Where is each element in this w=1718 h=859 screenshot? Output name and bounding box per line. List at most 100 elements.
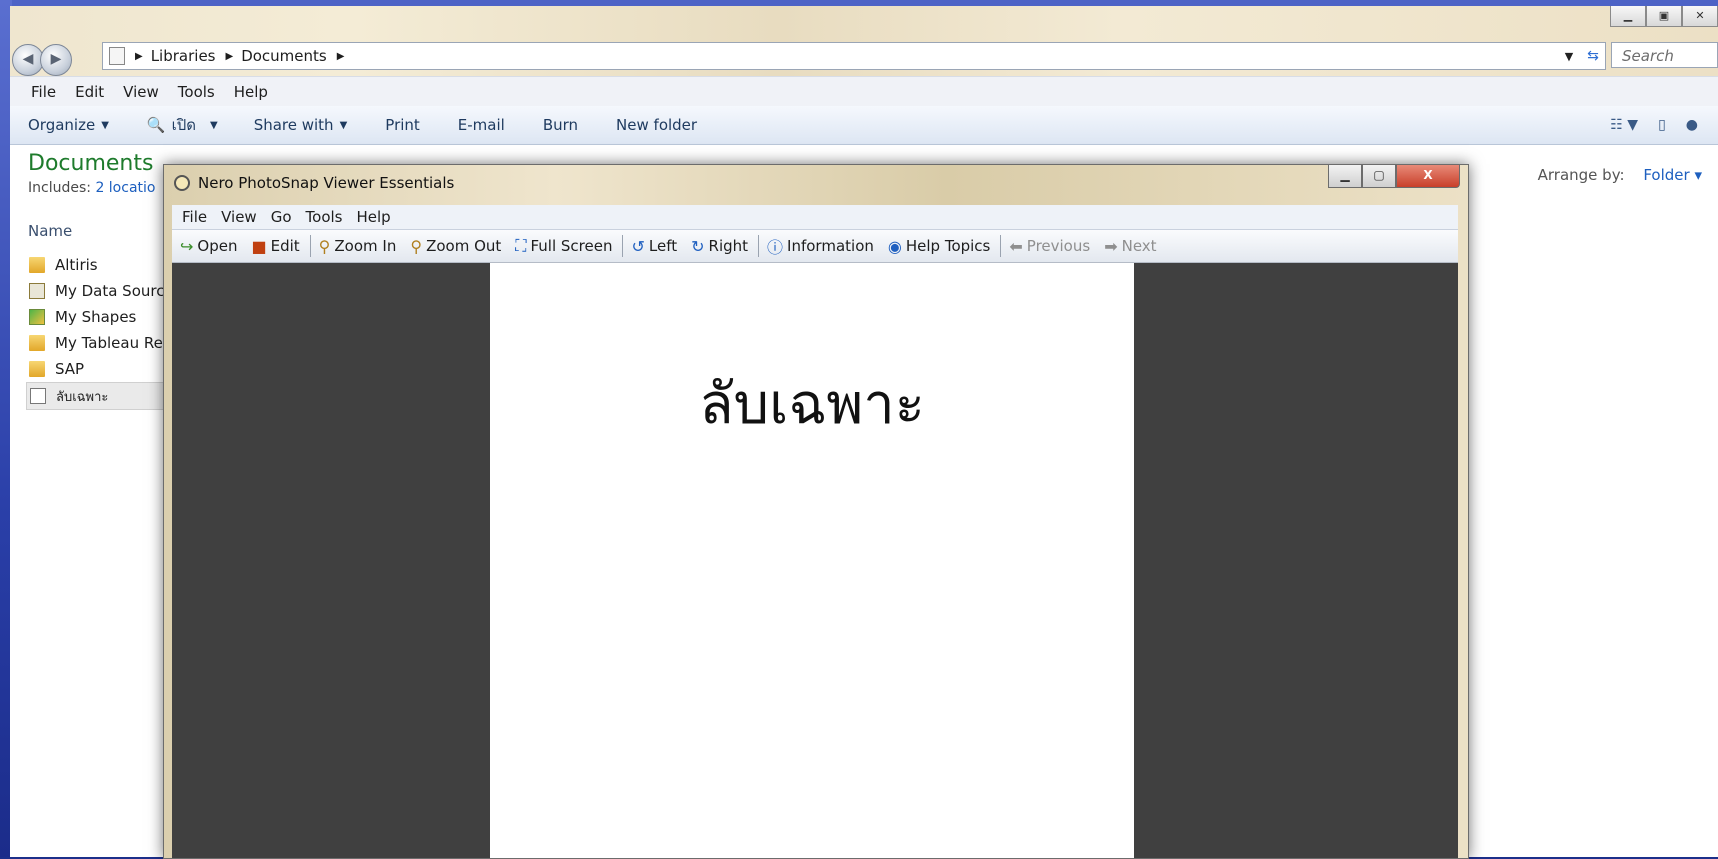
open-folder-icon: ↪ — [180, 236, 194, 256]
viewer-close-button[interactable]: X — [1396, 165, 1460, 188]
file-name: My Shapes — [55, 308, 137, 326]
file-name: Altiris — [55, 256, 98, 274]
chevron-right-icon[interactable]: ▶ — [135, 51, 143, 62]
zoom-out-button[interactable]: ⚲ Zoom Out — [410, 237, 501, 256]
data-source-icon — [29, 283, 45, 299]
file-name: My Tableau Re — [55, 334, 163, 352]
rotate-left-label: Left — [648, 237, 678, 255]
menu-edit[interactable]: Edit — [75, 83, 104, 101]
arrange-by: Arrange by: Folder ▾ — [1538, 166, 1702, 184]
photo-viewer-window: Nero PhotoSnap Viewer Essentials ▁ ▢ X F… — [163, 164, 1469, 859]
email-label: E-mail — [457, 116, 505, 134]
viewer-minimize-button[interactable]: ▁ — [1328, 165, 1362, 188]
includes-locations-link[interactable]: 2 locatio — [95, 180, 155, 196]
open-with-label: เปิด — [171, 116, 196, 134]
file-name: My Data Sourc — [55, 282, 165, 300]
viewer-menu-view[interactable]: View — [221, 208, 257, 226]
full-screen-label: Full Screen — [530, 237, 613, 255]
viewer-menu-file[interactable]: File — [182, 208, 207, 226]
list-item[interactable]: My Shapes — [26, 304, 166, 330]
arrow-left-icon: ⬅ — [1009, 236, 1023, 256]
address-bar-controls: ▼ ⇆ — [1557, 43, 1605, 69]
information-button[interactable]: ⓘ Information — [767, 234, 874, 258]
menu-help[interactable]: Help — [234, 83, 268, 101]
chevron-right-icon[interactable]: ▶ — [337, 51, 345, 62]
new-folder-button[interactable]: New folder — [616, 116, 697, 134]
help-topics-icon: ◉ — [887, 236, 902, 256]
viewer-maximize-button[interactable]: ▢ — [1362, 165, 1396, 188]
list-item[interactable]: SAP — [26, 356, 166, 382]
file-list: Altiris My Data Sourc My Shapes My Table… — [26, 252, 166, 410]
toolbar-separator — [758, 235, 760, 257]
dropdown-arrow-icon[interactable]: ▼ — [1557, 50, 1581, 63]
list-item-selected[interactable]: ลับเฉพาะ — [26, 382, 166, 410]
chevron-down-icon: ▼ — [101, 119, 109, 131]
rotate-right-label: Right — [708, 237, 749, 255]
list-item[interactable]: My Tableau Re — [26, 330, 166, 356]
zoom-in-button[interactable]: ⚲ Zoom In — [319, 237, 397, 256]
new-folder-label: New folder — [616, 116, 698, 134]
view-controls: ☷ ▼ ▯ ● — [1610, 106, 1718, 144]
viewer-menu-help[interactable]: Help — [356, 208, 390, 226]
rotate-left-button[interactable]: ↺ Left — [631, 237, 677, 256]
help-icon[interactable]: ● — [1686, 117, 1698, 133]
column-header-name[interactable]: Name — [28, 222, 72, 240]
previous-button[interactable]: ⬅ Previous — [1009, 237, 1090, 256]
share-with-button[interactable]: Share with ▼ — [254, 116, 348, 134]
viewer-menu-go[interactable]: Go — [271, 208, 292, 226]
viewer-toolbar: ↪ Open ■ Edit ⚲ Zoom In ⚲ Zoom Out ⛶ Ful… — [172, 230, 1458, 263]
forward-button[interactable]: ▶ — [40, 44, 72, 76]
list-item[interactable]: My Data Sourc — [26, 278, 166, 304]
organize-button[interactable]: Organize ▼ — [28, 116, 109, 134]
document-text: ลับเฉพาะ — [699, 372, 925, 437]
library-header: Documents Includes: 2 locatio — [28, 151, 155, 196]
includes-label: Includes: — [28, 180, 91, 196]
arrange-by-value: Folder — [1643, 166, 1690, 184]
explorer-menu-bar: File Edit View Tools Help — [10, 76, 1718, 107]
arrange-by-label: Arrange by: — [1537, 166, 1625, 184]
close-button[interactable]: ✕ — [1682, 6, 1718, 27]
chevron-right-icon[interactable]: ▶ — [226, 51, 234, 62]
maximize-button[interactable]: ▣ — [1646, 6, 1682, 27]
open-with-button[interactable]: 🔍 เปิด ▼ — [147, 113, 218, 137]
menu-view[interactable]: View — [123, 83, 159, 101]
address-bar[interactable]: ▶ Libraries ▶ Documents ▶ ▼ ⇆ — [102, 42, 1606, 70]
explorer-titlebar: ▁ ▣ ✕ ◀ ▶ ▶ Libraries ▶ Documents ▶ ▼ ⇆ … — [10, 6, 1718, 91]
help-topics-button[interactable]: ◉ Help Topics — [888, 237, 990, 256]
menu-tools[interactable]: Tools — [178, 83, 215, 101]
arrange-by-dropdown[interactable]: Folder ▾ — [1643, 166, 1702, 184]
next-button[interactable]: ➡ Next — [1104, 237, 1156, 256]
menu-file[interactable]: File — [31, 83, 56, 101]
edit-label: Edit — [270, 237, 300, 255]
open-label: Open — [197, 237, 238, 255]
zoom-in-label: Zoom In — [334, 237, 397, 255]
magnifier-app-icon — [174, 175, 190, 191]
toolbar-separator — [309, 235, 311, 257]
list-item[interactable]: Altiris — [26, 252, 166, 278]
next-label: Next — [1121, 237, 1157, 255]
print-button[interactable]: Print — [385, 116, 420, 134]
breadcrumb-libraries[interactable]: Libraries — [151, 47, 216, 65]
explorer-window-controls: ▁ ▣ ✕ — [1610, 6, 1718, 27]
edit-button[interactable]: ■ Edit — [251, 237, 299, 256]
search-input[interactable]: Search Doc... — [1611, 42, 1718, 91]
rotate-right-button[interactable]: ↻ Right — [691, 237, 748, 256]
view-options-icon[interactable]: ☷ ▼ — [1610, 117, 1638, 133]
rotate-left-icon: ↺ — [631, 236, 645, 256]
share-with-label: Share with — [253, 116, 334, 134]
folder-icon — [29, 257, 45, 273]
email-button[interactable]: E-mail — [458, 116, 505, 134]
full-screen-button[interactable]: ⛶ Full Screen — [515, 236, 612, 256]
viewer-menu-tools[interactable]: Tools — [306, 208, 343, 226]
zoom-out-label: Zoom Out — [426, 237, 502, 255]
burn-button[interactable]: Burn — [543, 116, 578, 134]
viewer-title-text: Nero PhotoSnap Viewer Essentials — [198, 174, 455, 192]
viewer-menu-bar: File View Go Tools Help — [172, 205, 1458, 230]
preview-pane-icon[interactable]: ▯ — [1658, 117, 1666, 133]
chevron-down-icon: ▼ — [209, 119, 218, 131]
open-button[interactable]: ↪ Open — [180, 237, 237, 256]
image-viewport[interactable]: ลับเฉพาะ — [172, 263, 1458, 858]
refresh-icon[interactable]: ⇆ — [1581, 48, 1605, 64]
minimize-button[interactable]: ▁ — [1610, 6, 1646, 27]
breadcrumb-documents[interactable]: Documents — [241, 47, 327, 65]
